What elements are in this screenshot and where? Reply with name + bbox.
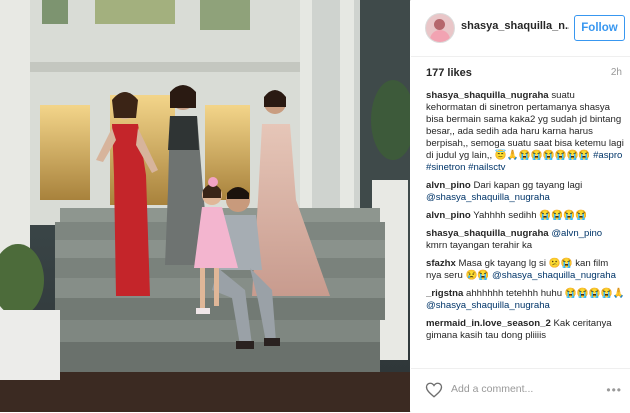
comment-mention[interactable]: @shasya_shaquilla_nugraha — [492, 270, 616, 281]
post-time[interactable]: 2h — [611, 67, 622, 78]
comment-text: Dari kapan gg tayang lagi — [473, 180, 583, 191]
post-side-panel: shasya_shaquilla_n... Follow 177 likes 2… — [411, 0, 630, 412]
comment-mention[interactable]: @alvn_pino — [551, 228, 602, 239]
comment-text: Yahhhh sedihh — [473, 210, 537, 221]
post-photo[interactable] — [0, 0, 410, 412]
comment-item: _rigstna ahhhhhh tetehhh huhu 😭😭😭😭🙏 @sha… — [426, 288, 626, 312]
post-username[interactable]: shasya_shaquilla_n... — [461, 20, 569, 32]
more-options-icon[interactable]: ••• — [606, 383, 622, 397]
comment-author[interactable]: sfazhx — [426, 258, 456, 269]
post-header: shasya_shaquilla_n... Follow — [411, 0, 630, 57]
comment-author[interactable]: alvn_pino — [426, 180, 471, 191]
comment-item: mermaid_in.love_season_2 Kak ceritanya g… — [426, 318, 626, 342]
comment-emoji: 😇🙏😭😭😭😭😭😭 — [494, 150, 591, 161]
comment-author[interactable]: shasya_shaquilla_nugraha — [426, 228, 549, 239]
avatar[interactable] — [425, 13, 455, 43]
comment-item: shasya_shaquilla_nugraha suatu kehormata… — [426, 90, 626, 174]
post-meta: 177 likes 2h — [411, 57, 630, 83]
comment-author[interactable]: shasya_shaquilla_nugraha — [426, 90, 549, 101]
likes-count[interactable]: 177 likes — [426, 67, 472, 79]
comment-item: sfazhx Masa gk tayang lg si 😕😭 kan film … — [426, 258, 626, 282]
comment-mention[interactable]: @shasya_shaquilla_nugraha — [426, 300, 550, 311]
comment-text: kmrn tayangan terahir ka — [426, 240, 533, 251]
comment-emoji: 😕😭 — [548, 258, 573, 269]
comments-list: shasya_shaquilla_nugraha suatu kehormata… — [426, 90, 626, 370]
comment-item: alvn_pino Yahhhh sedihh 😭😭😭😭 — [426, 210, 626, 222]
comment-text: Masa gk tayang lg si — [458, 258, 546, 269]
add-comment-input[interactable]: Add a comment... — [451, 383, 533, 395]
comment-item: alvn_pino Dari kapan gg tayang lagi @sha… — [426, 180, 626, 204]
heart-outline-icon[interactable] — [425, 381, 443, 399]
comment-bar: Add a comment... ••• — [411, 368, 630, 413]
comment-emoji: 😭😭😭😭 — [539, 210, 588, 221]
comment-text: ahhhhhh tetehhh huhu — [466, 288, 563, 299]
comment-emoji: 😭😭😭😭🙏 — [564, 288, 625, 299]
comment-author[interactable]: mermaid_in.love_season_2 — [426, 318, 551, 329]
family-portrait-photo — [0, 0, 410, 412]
follow-button[interactable]: Follow — [574, 15, 625, 41]
comment-author[interactable]: _rigstna — [426, 288, 463, 299]
comment-mention[interactable]: @shasya_shaquilla_nugraha — [426, 192, 550, 203]
comment-author[interactable]: alvn_pino — [426, 210, 471, 221]
comment-emoji: 😢😭 — [465, 270, 490, 281]
comment-item: shasya_shaquilla_nugraha @alvn_pino kmrn… — [426, 228, 626, 252]
